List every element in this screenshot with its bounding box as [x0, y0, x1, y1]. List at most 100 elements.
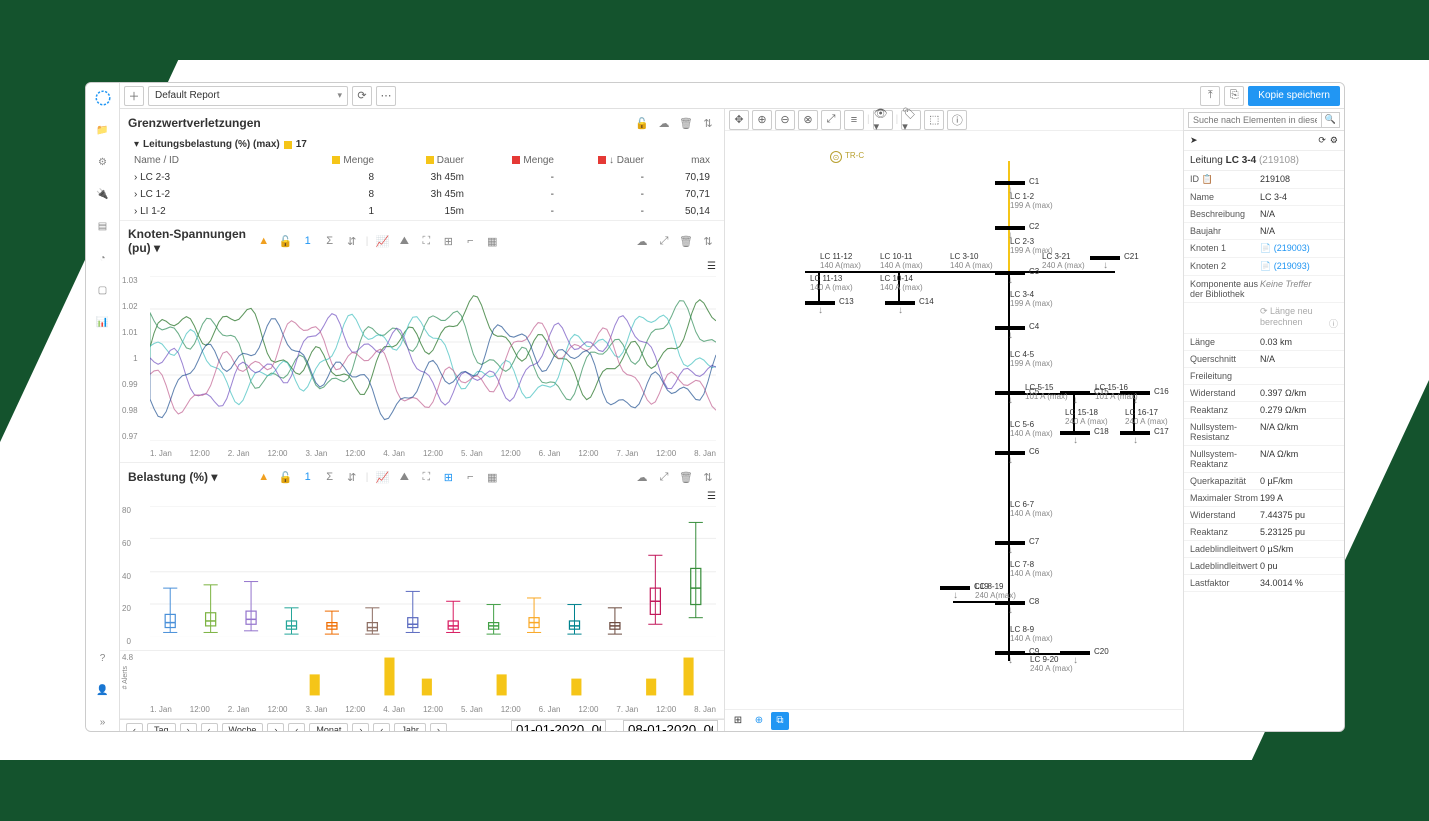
- drag-icon[interactable]: ⇅: [700, 469, 716, 485]
- trash-icon[interactable]: 🗑: [678, 233, 694, 249]
- report-select[interactable]: Default Report: [148, 86, 348, 106]
- drag-icon[interactable]: ⇅: [700, 115, 716, 131]
- node-C17[interactable]: C17↓: [1120, 431, 1150, 435]
- trash-icon[interactable]: 🗑: [678, 115, 694, 131]
- unlock-icon[interactable]: 🔓: [278, 233, 294, 249]
- trash-icon[interactable]: 🗑: [678, 469, 694, 485]
- dist-chart-icon[interactable]: ⛶: [418, 469, 434, 485]
- node-C9[interactable]: C9↓: [995, 651, 1025, 655]
- collapse-icon[interactable]: »: [94, 713, 112, 731]
- copy-button[interactable]: ⎘: [1224, 86, 1244, 106]
- node-C8[interactable]: C8↓: [995, 601, 1025, 605]
- node-C3[interactable]: C3↓: [995, 271, 1025, 275]
- unlock-icon[interactable]: 🔓: [278, 469, 294, 485]
- network-diagram[interactable]: ⊙ TR-C C1↓C2↓C3↓C4↓C5↓C6↓C7↓C8↓C9↓C13↓C1…: [725, 131, 1183, 709]
- area-chart-icon[interactable]: ⛰: [396, 233, 412, 249]
- folder-icon[interactable]: 📁: [94, 121, 112, 139]
- refresh-icon[interactable]: ⟳: [1318, 135, 1326, 146]
- search-input[interactable]: [1188, 112, 1322, 128]
- menu-icon[interactable]: ☰: [707, 261, 716, 272]
- monat-prev[interactable]: ‹: [288, 723, 305, 732]
- node-C7[interactable]: C7↓: [995, 541, 1025, 545]
- jahr-prev[interactable]: ‹: [373, 723, 390, 732]
- date-from-input[interactable]: [511, 720, 606, 731]
- fit-icon[interactable]: ⤢: [821, 110, 841, 130]
- export-button[interactable]: ⤒: [1200, 86, 1220, 106]
- cloud-download-icon[interactable]: ☁: [634, 469, 650, 485]
- dist-chart-icon[interactable]: ⛶: [418, 233, 434, 249]
- box-chart-icon[interactable]: ⊞: [440, 469, 456, 485]
- node-C6[interactable]: C6↓: [995, 451, 1025, 455]
- line-chart-icon[interactable]: 📈: [374, 469, 390, 485]
- monat-next[interactable]: ›: [352, 723, 369, 732]
- add-button[interactable]: ＋: [124, 86, 144, 106]
- sigma-icon[interactable]: Σ: [322, 469, 338, 485]
- area-chart-icon[interactable]: ⛰: [396, 469, 412, 485]
- monitor-icon[interactable]: ▢: [94, 281, 112, 299]
- expand-icon[interactable]: ⤢: [656, 469, 672, 485]
- layers-icon[interactable]: ≡: [844, 110, 864, 130]
- step-chart-icon[interactable]: ⌐: [462, 233, 478, 249]
- node-C1[interactable]: C1↓: [995, 181, 1025, 185]
- node-C14[interactable]: C14↓: [885, 301, 915, 305]
- prev-button[interactable]: ‹: [126, 723, 143, 732]
- cloud-download-icon[interactable]: ☁: [656, 115, 672, 131]
- user-icon[interactable]: 👤: [94, 681, 112, 699]
- jahr-next[interactable]: ›: [430, 723, 447, 732]
- zoom-out-icon[interactable]: ⊖: [775, 110, 795, 130]
- refresh-button[interactable]: ⟳: [352, 86, 372, 106]
- line-chart-icon[interactable]: 📈: [374, 233, 390, 249]
- alert-icon[interactable]: ▲: [256, 469, 272, 485]
- monat-button[interactable]: Monat: [309, 723, 348, 732]
- search-button[interactable]: 🔍: [1322, 112, 1340, 128]
- box-chart-icon[interactable]: ⊞: [440, 233, 456, 249]
- select-icon[interactable]: ⬚: [924, 110, 944, 130]
- woche-next[interactable]: ›: [267, 723, 284, 732]
- table-row[interactable]: › LI 1-2115m--50,14: [120, 203, 724, 220]
- alert-icon[interactable]: ▲: [256, 233, 272, 249]
- one-icon[interactable]: 1: [300, 469, 316, 485]
- network-icon[interactable]: ⚙: [94, 153, 112, 171]
- node-C4[interactable]: C4↓: [995, 326, 1025, 330]
- sort-icon[interactable]: ⇵: [344, 233, 360, 249]
- cloud-download-icon[interactable]: ☁: [634, 233, 650, 249]
- info-icon[interactable]: ⓘ: [947, 110, 967, 130]
- drag-icon[interactable]: ⇅: [700, 233, 716, 249]
- pan-icon[interactable]: ✥: [729, 110, 749, 130]
- tree-view-button[interactable]: ⧉: [771, 712, 789, 730]
- calc-icon[interactable]: ▤: [94, 217, 112, 235]
- table-row[interactable]: › LC 1-283h 45m--70,71: [120, 186, 724, 203]
- node-C5[interactable]: C5↓: [995, 391, 1025, 395]
- more-button[interactable]: ⋯: [376, 86, 396, 106]
- help-icon[interactable]: ?: [94, 649, 112, 667]
- plug-icon[interactable]: 🔌: [94, 185, 112, 203]
- expand-icon[interactable]: ⤢: [656, 233, 672, 249]
- tag-icon[interactable]: 🏷 ▾: [901, 110, 921, 130]
- table-icon[interactable]: ▦: [484, 469, 500, 485]
- node-C20[interactable]: C20↓: [1060, 651, 1090, 655]
- node-C2[interactable]: C2↓: [995, 226, 1025, 230]
- grid-view-button[interactable]: ⊞: [729, 712, 747, 730]
- app-logo-icon[interactable]: [94, 89, 112, 107]
- date-to-input[interactable]: [623, 720, 718, 731]
- woche-button[interactable]: Woche: [222, 723, 264, 732]
- table-icon[interactable]: ▦: [484, 233, 500, 249]
- step-chart-icon[interactable]: ⌐: [462, 469, 478, 485]
- tag-next[interactable]: ›: [180, 723, 197, 732]
- one-icon[interactable]: 1: [300, 233, 316, 249]
- node-C18[interactable]: C18↓: [1060, 431, 1090, 435]
- clock-icon[interactable]: ◔: [94, 249, 112, 267]
- jahr-button[interactable]: Jahr: [394, 723, 426, 732]
- node-C19[interactable]: C19↓: [940, 586, 970, 590]
- node-C21[interactable]: C21↓: [1090, 256, 1120, 260]
- unlock-icon[interactable]: 🔓: [634, 115, 650, 131]
- eye-icon[interactable]: 👁 ▾: [873, 110, 893, 130]
- menu-icon[interactable]: ☰: [707, 491, 716, 502]
- globe-view-button[interactable]: ⊕: [750, 712, 768, 730]
- zoom-reset-icon[interactable]: ⊗: [798, 110, 818, 130]
- woche-prev[interactable]: ‹: [201, 723, 218, 732]
- tag-button[interactable]: Tag: [147, 723, 176, 732]
- chart-icon[interactable]: 📊: [94, 313, 112, 331]
- node-C13[interactable]: C13↓: [805, 301, 835, 305]
- violations-subtitle[interactable]: ▾ Leitungsbelastung (%) (max) 17: [120, 137, 724, 152]
